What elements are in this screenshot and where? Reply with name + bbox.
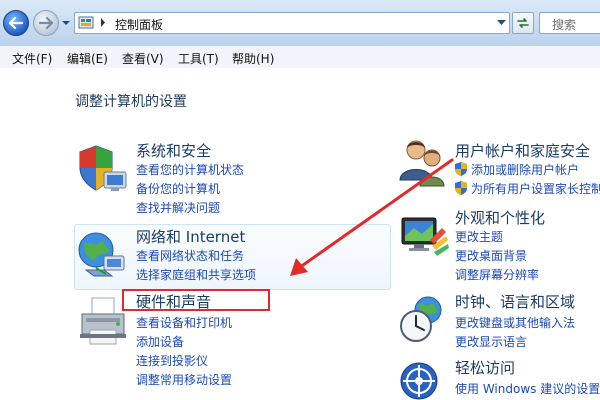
link-view-computer-status[interactable]: 查看您的计算机状态 xyxy=(136,161,244,178)
category-title-clock-region[interactable]: 时钟、语言和区域 xyxy=(455,291,575,312)
category-title-appearance[interactable]: 外观和个性化 xyxy=(455,207,545,228)
shield-flag-icon[interactable] xyxy=(76,142,130,196)
back-button[interactable] xyxy=(3,10,29,36)
link-desktop-background[interactable]: 更改桌面背景 xyxy=(455,247,527,264)
address-path-box[interactable]: 控制面板 xyxy=(74,12,510,34)
link-add-device[interactable]: 添加设备 xyxy=(136,333,184,350)
link-devices-printers[interactable]: 查看设备和打印机 xyxy=(136,314,232,331)
uac-shield-icon xyxy=(455,181,467,195)
monitor-palette-icon[interactable] xyxy=(398,214,450,262)
link-view-network-status[interactable]: 查看网络状态和任务 xyxy=(136,247,244,264)
address-dropdown-button[interactable] xyxy=(492,14,510,32)
control-panel-icon xyxy=(78,16,94,29)
history-dropdown-icon[interactable] xyxy=(61,18,71,28)
link-parental-controls-label: 为所有用户设置家长控制 xyxy=(471,182,600,196)
link-backup-computer[interactable]: 备份您的计算机 xyxy=(136,180,220,197)
menu-view[interactable]: 查看(V) xyxy=(122,50,164,67)
link-mobility-settings[interactable]: 调整常用移动设置 xyxy=(136,371,232,388)
refresh-button[interactable] xyxy=(512,12,534,34)
uac-shield-icon xyxy=(455,162,467,176)
clock-globe-icon[interactable] xyxy=(398,294,450,344)
link-display-language[interactable]: 更改显示语言 xyxy=(455,333,527,350)
ease-of-access-icon[interactable] xyxy=(398,360,440,400)
menu-file[interactable]: 文件(F) xyxy=(12,50,52,67)
address-bar: 控制面板 搜索 xyxy=(0,0,600,47)
menu-help[interactable]: 帮助(H) xyxy=(232,50,274,67)
category-title-system-security[interactable]: 系统和安全 xyxy=(136,140,211,161)
category-title-ease-of-access[interactable]: 轻松访问 xyxy=(455,357,515,378)
menu-bar: 文件(F) 编辑(E) 查看(V) 工具(T) 帮助(H) xyxy=(0,46,600,69)
control-panel-content: 调整计算机的设置 系统和安全 查看您的计算机状态 备份您的计算机 查找并解决问题… xyxy=(0,68,600,400)
link-homegroup-sharing[interactable]: 选择家庭组和共享选项 xyxy=(136,266,256,283)
menu-edit[interactable]: 编辑(E) xyxy=(67,50,108,67)
chevron-down-icon xyxy=(496,20,506,25)
link-screen-resolution[interactable]: 调整屏幕分辨率 xyxy=(455,266,539,283)
category-title-network-internet[interactable]: 网络和 Internet xyxy=(136,226,245,247)
forward-button[interactable] xyxy=(33,10,59,36)
link-windows-recommended-settings[interactable]: 使用 Windows 建议的设置 xyxy=(455,380,600,397)
network-globe-icon[interactable] xyxy=(76,230,130,280)
refresh-icon xyxy=(517,18,529,28)
arrow-left-icon xyxy=(9,17,23,29)
page-title: 调整计算机的设置 xyxy=(75,94,187,110)
link-change-theme[interactable]: 更改主题 xyxy=(455,228,503,245)
link-parental-controls[interactable]: 为所有用户设置家长控制 xyxy=(455,180,600,197)
search-input[interactable]: 搜索 xyxy=(539,12,600,34)
link-change-input-method[interactable]: 更改键盘或其他输入法 xyxy=(455,314,575,331)
breadcrumb-separator-icon[interactable] xyxy=(100,18,106,27)
link-troubleshoot[interactable]: 查找并解决问题 xyxy=(136,199,220,216)
link-connect-projector[interactable]: 连接到投影仪 xyxy=(136,352,208,369)
annotation-highlight-box xyxy=(122,289,270,311)
breadcrumb-control-panel[interactable]: 控制面板 xyxy=(115,16,163,33)
menu-tools[interactable]: 工具(T) xyxy=(178,50,219,67)
category-title-user-accounts[interactable]: 用户帐户和家庭安全 xyxy=(455,140,590,161)
link-add-remove-accounts[interactable]: 添加或删除用户帐户 xyxy=(455,161,580,178)
users-icon[interactable] xyxy=(398,136,450,188)
link-add-remove-accounts-label: 添加或删除用户帐户 xyxy=(471,163,580,177)
arrow-right-icon xyxy=(39,17,53,29)
